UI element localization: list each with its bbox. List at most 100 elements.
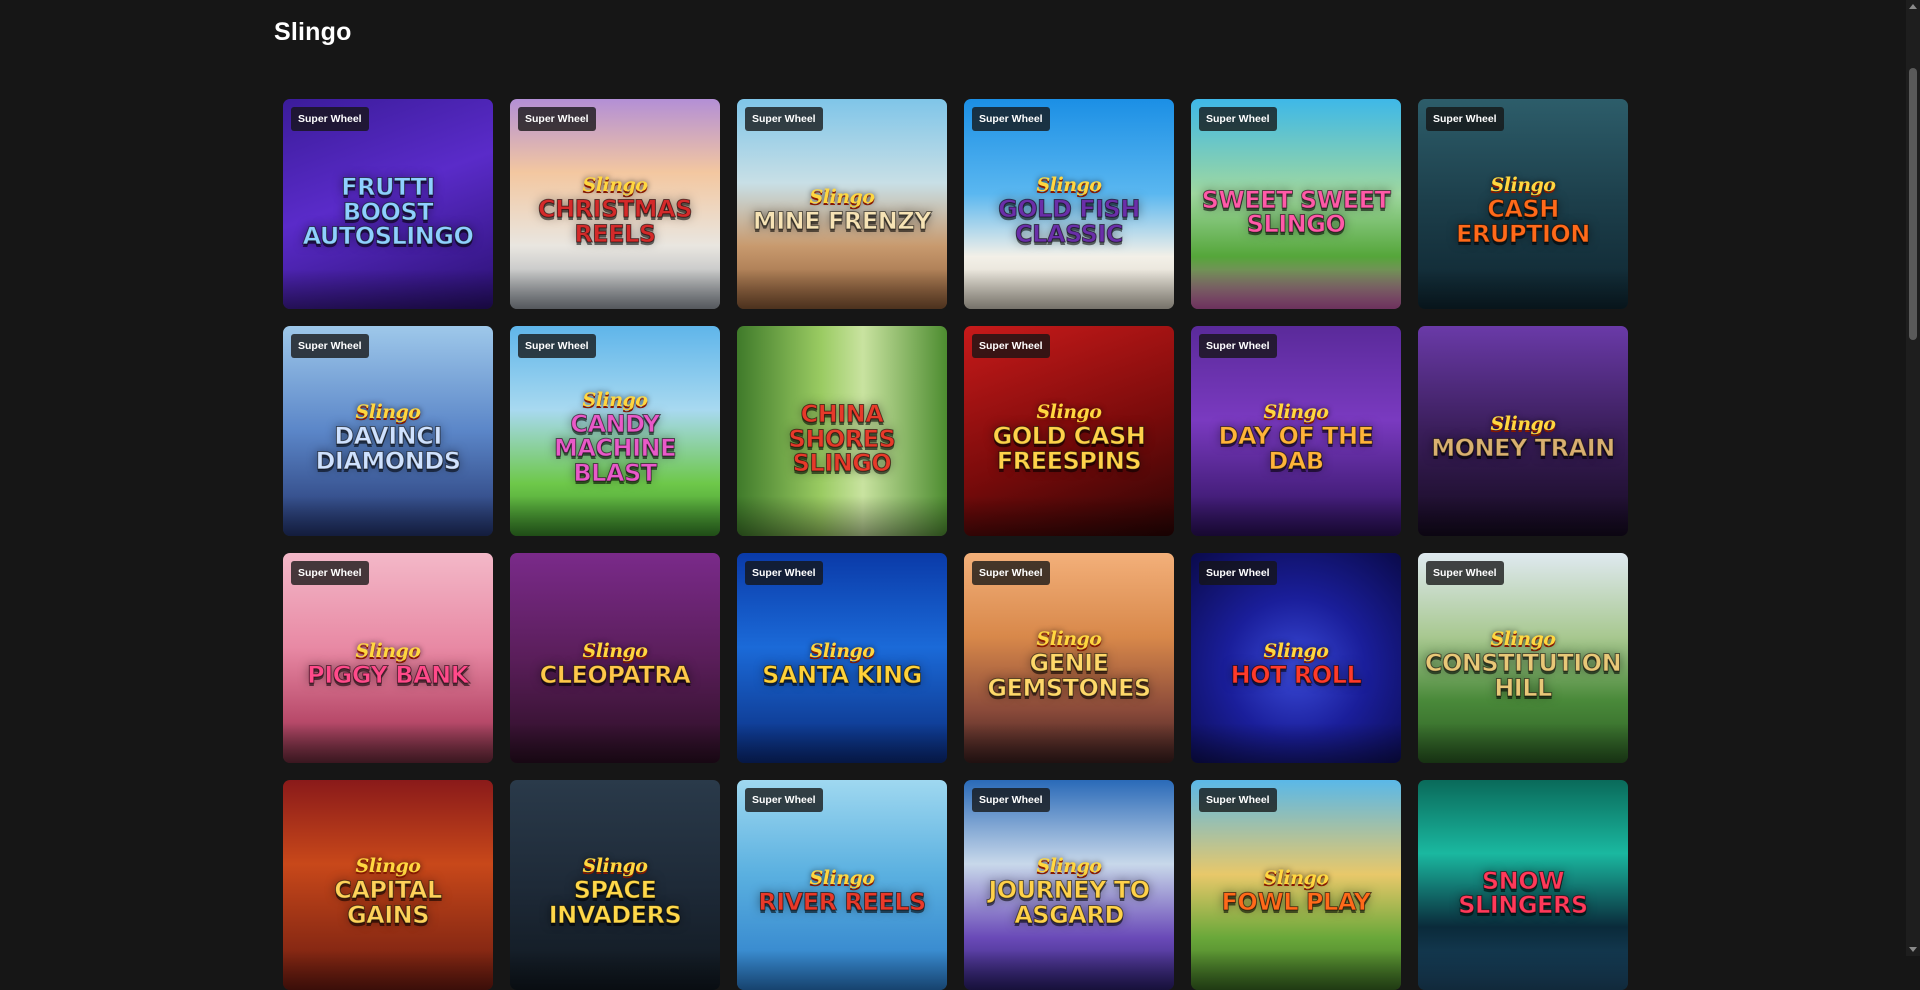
game-logo-brand: Slingo: [1263, 640, 1329, 663]
super-wheel-badge: Super Wheel: [291, 107, 369, 131]
game-title: Mine Frenzy: [752, 207, 932, 236]
game-logo: Snow Slingers: [1428, 867, 1618, 918]
game-title: Sweet Sweet Slingo: [1201, 185, 1391, 238]
super-wheel-badge: Super Wheel: [518, 334, 596, 358]
game-logo-brand: Slingo: [809, 867, 875, 890]
game-logo: Slingo Genie Gemstones: [974, 628, 1164, 702]
game-logo-brand: Slingo: [1036, 174, 1102, 197]
game-title: Constitution Hill: [1424, 649, 1622, 702]
super-wheel-badge: Super Wheel: [291, 334, 369, 358]
game-logo: Slingo Money Train: [1428, 413, 1618, 463]
game-logo: Slingo Fowl Play: [1201, 869, 1391, 917]
game-title: Cleopatra: [539, 661, 691, 690]
game-title: Cash Eruption: [1456, 195, 1591, 248]
game-logo-brand: Slingo: [1036, 855, 1102, 878]
game-title: River Reels: [758, 888, 927, 917]
game-tile[interactable]: China Shores Slingo: [737, 326, 947, 536]
game-logo: Slingo Piggy Bank: [293, 640, 483, 690]
game-title: Frutti Boost Autoslingo: [302, 173, 474, 251]
game-tile[interactable]: Super Wheel Slingo Gold Cash Freespins: [964, 326, 1174, 536]
super-wheel-badge: Super Wheel: [745, 788, 823, 812]
vertical-scrollbar[interactable]: [1906, 0, 1920, 956]
game-tile[interactable]: Super Wheel Slingo Fowl Play: [1191, 780, 1401, 990]
page-title: Slingo: [274, 18, 352, 46]
super-wheel-badge: Super Wheel: [972, 788, 1050, 812]
game-logo-brand: Slingo: [582, 174, 648, 197]
super-wheel-badge: Super Wheel: [1426, 561, 1504, 585]
game-tile[interactable]: Super Wheel Slingo Christmas Reels: [510, 99, 720, 309]
game-title: Snow Slingers: [1458, 866, 1589, 919]
game-tile[interactable]: Slingo Space Invaders: [510, 780, 720, 990]
game-title: Candy Machine Blast: [553, 409, 677, 487]
game-tile[interactable]: Super Wheel Slingo Santa King: [737, 553, 947, 763]
super-wheel-badge: Super Wheel: [972, 107, 1050, 131]
game-title: Fowl Play: [1221, 888, 1371, 917]
game-tile[interactable]: Super Wheel Slingo Journey to Asgard: [964, 780, 1174, 990]
game-logo: Slingo DaVinci Diamonds: [293, 401, 483, 475]
super-wheel-badge: Super Wheel: [745, 107, 823, 131]
game-tile[interactable]: Super Wheel Slingo Piggy Bank: [283, 553, 493, 763]
game-tile[interactable]: Super Wheel Slingo DaVinci Diamonds: [283, 326, 493, 536]
game-logo-brand: Slingo: [582, 640, 648, 663]
game-title: Gold Fish Classic: [998, 195, 1141, 248]
game-logo-brand: Slingo: [355, 855, 421, 878]
game-title: Capital Gains: [334, 876, 443, 929]
super-wheel-badge: Super Wheel: [1199, 788, 1277, 812]
game-logo-brand: Slingo: [1036, 401, 1102, 424]
game-logo: Slingo River Reels: [747, 867, 937, 917]
game-tile[interactable]: Super Wheel Frutti Boost Autoslingo: [283, 99, 493, 309]
game-logo: Slingo Day of the Dab: [1201, 401, 1391, 475]
game-logo-brand: Slingo: [1263, 401, 1329, 424]
game-logo: Slingo Constitution Hill: [1424, 628, 1622, 702]
game-tile[interactable]: Super Wheel Slingo Genie Gemstones: [964, 553, 1174, 763]
super-wheel-badge: Super Wheel: [972, 561, 1050, 585]
game-title: Gold Cash Freespins: [992, 422, 1146, 475]
game-logo: Slingo Space Invaders: [520, 855, 710, 929]
game-logo-brand: Slingo: [355, 640, 421, 663]
game-logo: Slingo Gold Cash Freespins: [974, 401, 1164, 475]
game-logo: China Shores Slingo: [747, 400, 937, 478]
game-title: Money Train: [1431, 434, 1616, 463]
game-logo-brand: Slingo: [809, 186, 875, 209]
game-logo: Slingo Hot Roll: [1201, 640, 1391, 688]
game-logo-brand: Slingo: [1490, 628, 1556, 651]
scroll-down-icon[interactable]: [1909, 947, 1917, 952]
super-wheel-badge: Super Wheel: [1199, 561, 1277, 585]
game-title: Christmas Reels: [537, 195, 693, 248]
game-logo: Slingo Santa King: [747, 642, 937, 688]
game-title: China Shores Slingo: [788, 400, 896, 478]
game-title: Piggy Bank: [307, 661, 470, 690]
game-logo: Slingo Journey to Asgard: [974, 855, 1164, 929]
game-title: Day of the Dab: [1218, 422, 1374, 475]
game-tile[interactable]: Super Wheel Slingo Candy Machine Blast: [510, 326, 720, 536]
game-tile[interactable]: Super Wheel Slingo Gold Fish Classic: [964, 99, 1174, 309]
game-title: Journey to Asgard: [988, 876, 1151, 929]
game-logo: Slingo Christmas Reels: [520, 174, 710, 248]
game-tile[interactable]: Super Wheel Slingo Day of the Dab: [1191, 326, 1401, 536]
scroll-thumb[interactable]: [1909, 68, 1917, 340]
game-tile[interactable]: Super Wheel Slingo River Reels: [737, 780, 947, 990]
game-tile[interactable]: Super Wheel Slingo Hot Roll: [1191, 553, 1401, 763]
game-logo-brand: Slingo: [355, 401, 421, 424]
scroll-up-icon[interactable]: [1909, 4, 1917, 9]
game-title: Space Invaders: [548, 876, 682, 929]
game-tile[interactable]: Super Wheel Slingo Constitution Hill: [1418, 553, 1628, 763]
game-title: Genie Gemstones: [987, 649, 1152, 702]
super-wheel-badge: Super Wheel: [291, 561, 369, 585]
game-tile[interactable]: Snow Slingers: [1418, 780, 1628, 990]
game-tile[interactable]: Super Wheel Slingo Mine Frenzy: [737, 99, 947, 309]
game-title: DaVinci Diamonds: [315, 422, 462, 475]
game-logo-brand: Slingo: [1490, 413, 1556, 436]
game-logo: Slingo Mine Frenzy: [747, 186, 937, 236]
game-logo-brand: Slingo: [582, 855, 648, 878]
game-logo: Slingo Gold Fish Classic: [974, 174, 1164, 248]
game-logo-brand: Slingo: [582, 388, 648, 411]
game-tile[interactable]: Super Wheel Sweet Sweet Slingo: [1191, 99, 1401, 309]
game-tile[interactable]: Slingo Money Train: [1418, 326, 1628, 536]
game-tile[interactable]: Super Wheel Slingo Cash Eruption: [1418, 99, 1628, 309]
super-wheel-badge: Super Wheel: [1199, 107, 1277, 131]
game-logo-brand: Slingo: [1036, 628, 1102, 651]
game-logo: Frutti Boost Autoslingo: [293, 173, 483, 251]
game-tile[interactable]: Slingo Capital Gains: [283, 780, 493, 990]
game-tile[interactable]: Slingo Cleopatra: [510, 553, 720, 763]
